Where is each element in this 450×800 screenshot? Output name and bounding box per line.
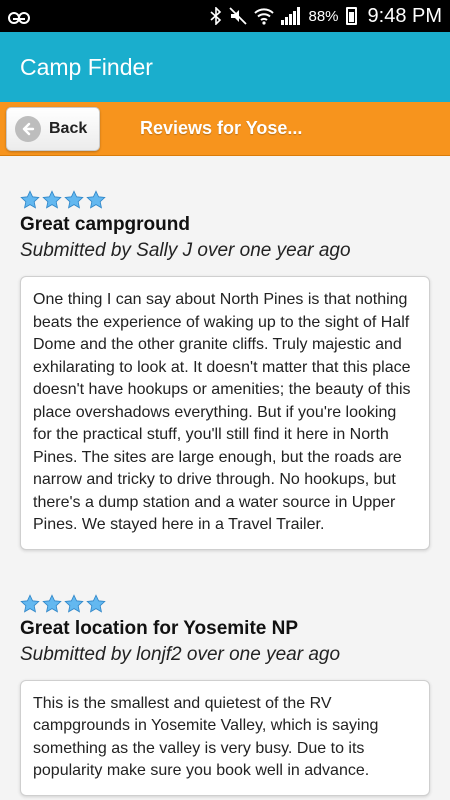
bluetooth-icon [210,7,222,25]
star-rating [20,593,430,614]
voicemail-icon [8,10,30,24]
star-rating [20,190,430,210]
star-icon [64,190,84,209]
back-button[interactable]: Back [6,106,100,151]
review-item: Great location for Yosemite NP Submitted… [20,550,430,796]
star-icon [64,593,84,613]
review-body: One thing I can say about North Pines is… [20,276,430,550]
app-title: Camp Finder [20,53,153,80]
review-body: This is the smallest and quietest of the… [20,679,430,796]
review-title: Great location for Yosemite NP [20,617,299,639]
reviews-list: Great campground Submitted by Sally J ov… [0,156,450,796]
status-time: 9:48 PM [367,4,442,27]
star-icon [42,190,62,209]
mute-icon [229,7,248,25]
battery-icon [345,7,357,25]
page-title: Reviews for Yose... [140,118,303,138]
star-icon [20,593,40,613]
wifi-icon [254,8,275,25]
star-icon [86,593,106,613]
battery-percent: 88% [308,7,339,25]
review-meta: Submitted by lonjf2 over one year ago [20,643,341,665]
nav-bar: Back Reviews for Yose... [0,102,450,156]
review-title: Great campground [20,214,190,235]
arrow-left-icon [15,115,41,142]
star-icon [20,190,40,209]
review-item: Great campground Submitted by Sally J ov… [20,156,430,550]
star-icon [42,593,62,613]
review-meta: Submitted by Sally J over one year ago [20,240,351,261]
app-bar: Camp Finder [0,32,450,102]
star-icon [86,190,106,209]
status-bar: 88% 9:48 PM [0,0,450,32]
signal-icon [281,7,301,25]
back-label: Back [49,119,88,137]
